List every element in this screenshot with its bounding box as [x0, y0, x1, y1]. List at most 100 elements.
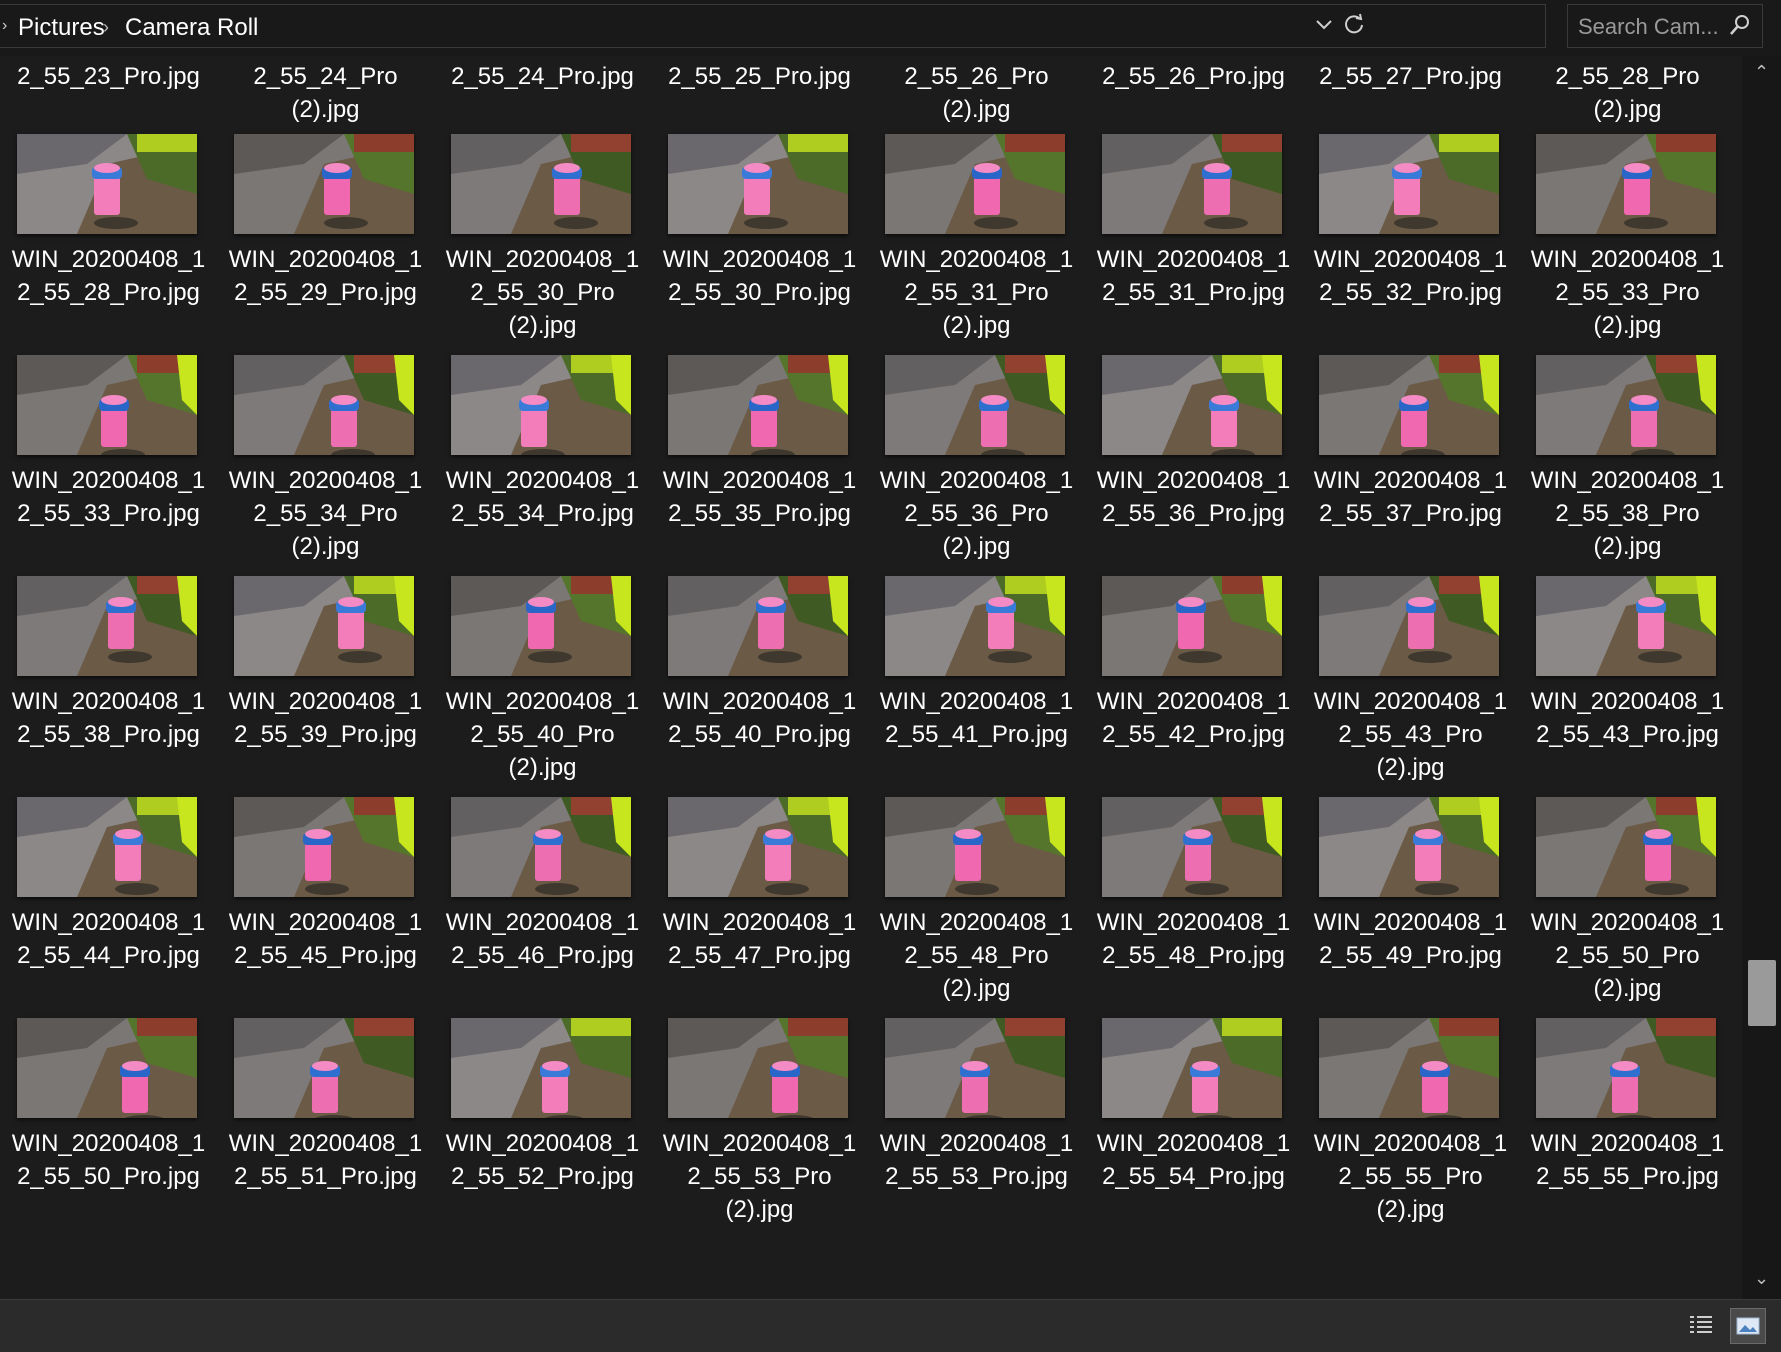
photo-thumbnail[interactable]	[1536, 576, 1716, 676]
file-name-label[interactable]: WIN_20200408_1 2_55_53_Pro.jpg	[868, 1127, 1085, 1193]
chevron-down-icon[interactable]	[1310, 13, 1338, 41]
file-name-label[interactable]: WIN_20200408_1 2_55_31_Pro (2).jpg	[868, 243, 1085, 342]
photo-thumbnail[interactable]	[1536, 134, 1716, 234]
file-name-label[interactable]: WIN_20200408_1 2_55_34_Pro.jpg	[434, 464, 651, 530]
photo-thumbnail[interactable]	[451, 797, 631, 897]
photo-thumbnail[interactable]	[885, 1018, 1065, 1118]
chevron-right-icon[interactable]: ›	[2, 17, 7, 35]
photo-thumbnail[interactable]	[451, 355, 631, 455]
large-icons-view-icon[interactable]	[1730, 1308, 1766, 1344]
photo-thumbnail[interactable]	[234, 1018, 414, 1118]
photo-thumbnail[interactable]	[17, 134, 197, 234]
scroll-up-icon[interactable]: ⌃	[1742, 62, 1781, 83]
photo-thumbnail[interactable]	[1319, 134, 1499, 234]
photo-thumbnail[interactable]	[1536, 1018, 1716, 1118]
photo-thumbnail[interactable]	[668, 1018, 848, 1118]
file-name-label[interactable]: WIN_20200408_1 2_55_49_Pro.jpg	[1302, 906, 1519, 972]
photo-thumbnail[interactable]	[1102, 1018, 1282, 1118]
file-name-label[interactable]: WIN_20200408_1 2_55_48_Pro.jpg	[1085, 906, 1302, 972]
photo-thumbnail[interactable]	[1536, 797, 1716, 897]
file-name-label[interactable]: WIN_20200408_1 2_55_51_Pro.jpg	[217, 1127, 434, 1193]
photo-thumbnail[interactable]	[885, 576, 1065, 676]
file-name-label[interactable]: WIN_20200408_1 2_55_36_Pro.jpg	[1085, 464, 1302, 530]
search-icon[interactable]	[1728, 13, 1754, 39]
photo-thumbnail[interactable]	[1319, 576, 1499, 676]
details-view-icon[interactable]	[1684, 1308, 1720, 1344]
scrollbar-thumb[interactable]	[1748, 960, 1776, 1026]
file-name-label[interactable]: WIN_20200408_1 2_55_41_Pro.jpg	[868, 685, 1085, 751]
file-name-label[interactable]: WIN_20200408_1 2_55_50_Pro (2).jpg	[1519, 906, 1736, 1005]
file-name-label[interactable]: WIN_20200408_1 2_55_32_Pro.jpg	[1302, 243, 1519, 309]
file-name-label[interactable]: 2_55_23_Pro.jpg	[0, 60, 217, 93]
breadcrumb-item-pictures[interactable]: Pictures	[18, 14, 105, 42]
photo-thumbnail[interactable]	[234, 134, 414, 234]
photo-thumbnail[interactable]	[1319, 355, 1499, 455]
photo-thumbnail[interactable]	[1102, 355, 1282, 455]
photo-thumbnail[interactable]	[451, 576, 631, 676]
file-name-label[interactable]: 2_55_26_Pro.jpg	[1085, 60, 1302, 93]
photo-thumbnail[interactable]	[17, 355, 197, 455]
scroll-down-icon[interactable]: ⌄	[1742, 1268, 1781, 1289]
photo-thumbnail[interactable]	[668, 576, 848, 676]
file-name-label[interactable]: WIN_20200408_1 2_55_36_Pro (2).jpg	[868, 464, 1085, 563]
file-name-label[interactable]: WIN_20200408_1 2_55_55_Pro (2).jpg	[1302, 1127, 1519, 1226]
file-name-label[interactable]: WIN_20200408_1 2_55_54_Pro.jpg	[1085, 1127, 1302, 1193]
file-name-label[interactable]: WIN_20200408_1 2_55_38_Pro (2).jpg	[1519, 464, 1736, 563]
file-name-label[interactable]: WIN_20200408_1 2_55_30_Pro (2).jpg	[434, 243, 651, 342]
file-name-label[interactable]: WIN_20200408_1 2_55_46_Pro.jpg	[434, 906, 651, 972]
file-grid[interactable]: 2_55_23_Pro.jpg 2_55_24_Pro (2).jpg 2_55_2…	[0, 56, 1742, 1299]
file-name-label[interactable]: WIN_20200408_1 2_55_29_Pro.jpg	[217, 243, 434, 309]
file-name-label[interactable]: WIN_20200408_1 2_55_38_Pro.jpg	[0, 685, 217, 751]
file-name-label[interactable]: WIN_20200408_1 2_55_53_Pro (2).jpg	[651, 1127, 868, 1226]
file-name-label[interactable]: WIN_20200408_1 2_55_47_Pro.jpg	[651, 906, 868, 972]
address-bar[interactable]: › Pictures › Camera Roll	[0, 4, 1546, 48]
photo-thumbnail[interactable]	[17, 576, 197, 676]
search-box[interactable]	[1567, 4, 1763, 48]
photo-thumbnail[interactable]	[234, 576, 414, 676]
photo-thumbnail[interactable]	[668, 355, 848, 455]
file-name-label[interactable]: WIN_20200408_1 2_55_50_Pro.jpg	[0, 1127, 217, 1193]
file-name-label[interactable]: WIN_20200408_1 2_55_55_Pro.jpg	[1519, 1127, 1736, 1193]
photo-thumbnail[interactable]	[885, 797, 1065, 897]
file-name-label[interactable]: WIN_20200408_1 2_55_40_Pro (2).jpg	[434, 685, 651, 784]
file-name-label[interactable]: WIN_20200408_1 2_55_30_Pro.jpg	[651, 243, 868, 309]
file-name-label[interactable]: 2_55_27_Pro.jpg	[1302, 60, 1519, 93]
file-name-label[interactable]: WIN_20200408_1 2_55_35_Pro.jpg	[651, 464, 868, 530]
photo-thumbnail[interactable]	[451, 1018, 631, 1118]
photo-thumbnail[interactable]	[1319, 1018, 1499, 1118]
photo-thumbnail[interactable]	[1536, 355, 1716, 455]
photo-thumbnail[interactable]	[885, 134, 1065, 234]
photo-thumbnail[interactable]	[1102, 797, 1282, 897]
file-name-label[interactable]: WIN_20200408_1 2_55_39_Pro.jpg	[217, 685, 434, 751]
file-name-label[interactable]: WIN_20200408_1 2_55_43_Pro.jpg	[1519, 685, 1736, 751]
file-name-label[interactable]: WIN_20200408_1 2_55_37_Pro.jpg	[1302, 464, 1519, 530]
photo-thumbnail[interactable]	[668, 797, 848, 897]
file-name-label[interactable]: WIN_20200408_1 2_55_42_Pro.jpg	[1085, 685, 1302, 751]
photo-thumbnail[interactable]	[885, 355, 1065, 455]
photo-thumbnail[interactable]	[1102, 576, 1282, 676]
file-name-label[interactable]: WIN_20200408_1 2_55_34_Pro (2).jpg	[217, 464, 434, 563]
file-name-label[interactable]: 2_55_24_Pro.jpg	[434, 60, 651, 93]
breadcrumb-item-camera-roll[interactable]: Camera Roll	[125, 14, 258, 42]
search-input[interactable]	[1576, 11, 1730, 43]
refresh-icon[interactable]	[1340, 13, 1368, 41]
file-name-label[interactable]: WIN_20200408_1 2_55_40_Pro.jpg	[651, 685, 868, 751]
file-name-label[interactable]: 2_55_26_Pro (2).jpg	[868, 60, 1085, 126]
file-name-label[interactable]: WIN_20200408_1 2_55_28_Pro.jpg	[0, 243, 217, 309]
file-name-label[interactable]: 2_55_25_Pro.jpg	[651, 60, 868, 93]
chevron-right-icon[interactable]: ›	[103, 17, 109, 38]
file-name-label[interactable]: WIN_20200408_1 2_55_33_Pro (2).jpg	[1519, 243, 1736, 342]
vertical-scrollbar[interactable]: ⌃ ⌄	[1742, 56, 1781, 1299]
file-name-label[interactable]: 2_55_24_Pro (2).jpg	[217, 60, 434, 126]
file-name-label[interactable]: WIN_20200408_1 2_55_52_Pro.jpg	[434, 1127, 651, 1193]
photo-thumbnail[interactable]	[668, 134, 848, 234]
photo-thumbnail[interactable]	[234, 355, 414, 455]
file-name-label[interactable]: WIN_20200408_1 2_55_48_Pro (2).jpg	[868, 906, 1085, 1005]
file-name-label[interactable]: 2_55_28_Pro (2).jpg	[1519, 60, 1736, 126]
photo-thumbnail[interactable]	[1102, 134, 1282, 234]
file-name-label[interactable]: WIN_20200408_1 2_55_33_Pro.jpg	[0, 464, 217, 530]
file-name-label[interactable]: WIN_20200408_1 2_55_45_Pro.jpg	[217, 906, 434, 972]
file-name-label[interactable]: WIN_20200408_1 2_55_43_Pro (2).jpg	[1302, 685, 1519, 784]
file-name-label[interactable]: WIN_20200408_1 2_55_44_Pro.jpg	[0, 906, 217, 972]
file-name-label[interactable]: WIN_20200408_1 2_55_31_Pro.jpg	[1085, 243, 1302, 309]
